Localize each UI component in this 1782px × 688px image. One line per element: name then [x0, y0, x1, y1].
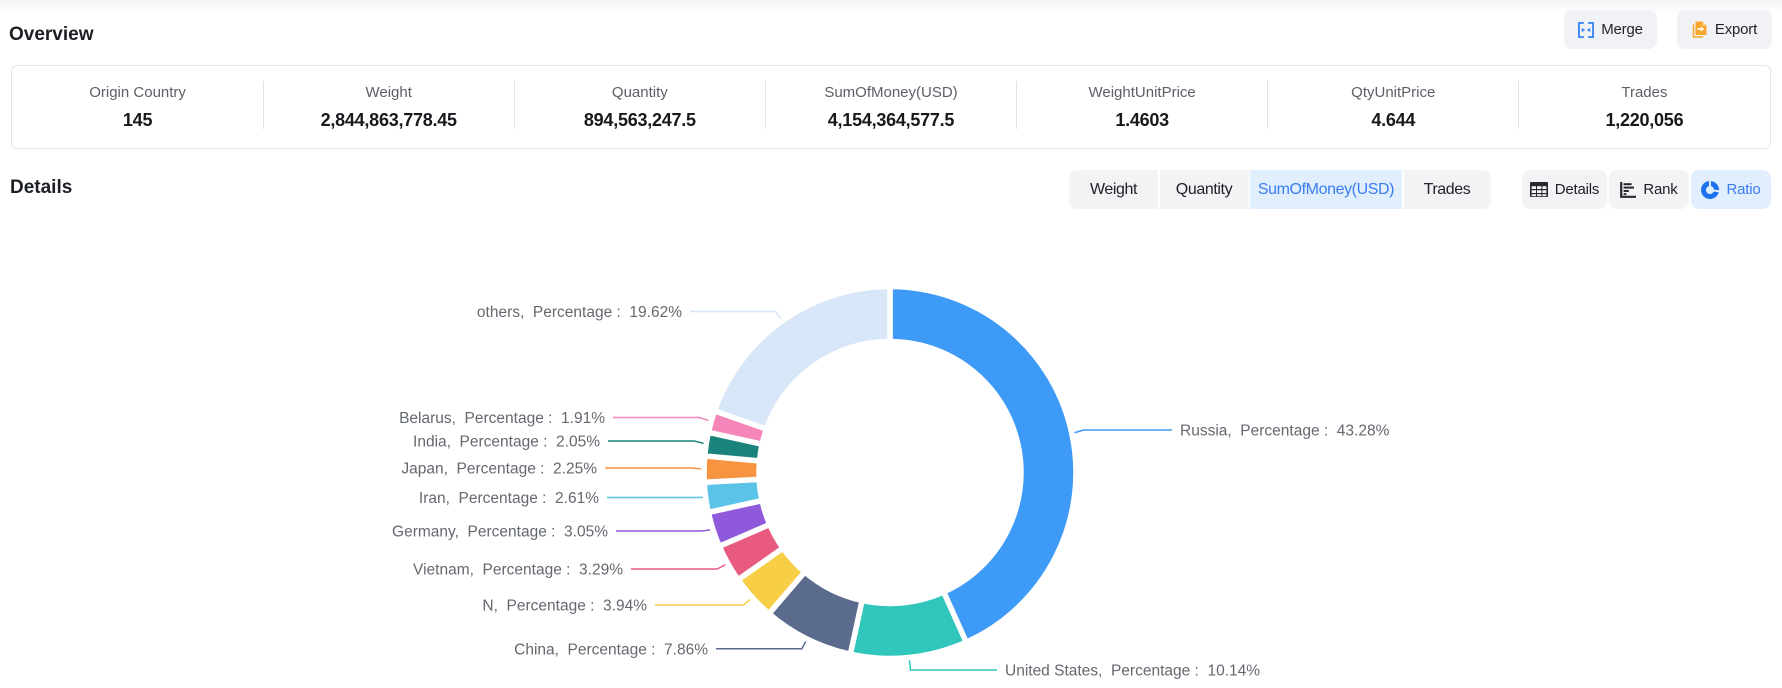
svg-text:N, Percentage : 3.94%: N, Percentage : 3.94%	[482, 598, 647, 615]
svg-text:Belarus, Percentage : 1.91%: Belarus, Percentage : 1.91%	[399, 410, 605, 427]
svg-text:Germany, Percentage : 3.05%: Germany, Percentage : 3.05%	[392, 524, 608, 541]
svg-text:China, Percentage : 7.86%: China, Percentage : 7.86%	[514, 641, 708, 658]
svg-text:Russia, Percentage : 43.28%: Russia, Percentage : 43.28%	[1180, 423, 1390, 440]
svg-text:Japan, Percentage : 2.25%: Japan, Percentage : 2.25%	[401, 461, 597, 478]
svg-text:India, Percentage : 2.05%: India, Percentage : 2.05%	[413, 434, 600, 451]
svg-text:Iran, Percentage : 2.61%: Iran, Percentage : 2.61%	[419, 490, 599, 507]
svg-text:Vietnam, Percentage : 3.29%: Vietnam, Percentage : 3.29%	[413, 562, 623, 579]
svg-text:United States, Percentage :: United States, Percentage : 10.14%	[1005, 663, 1260, 680]
svg-text:others, Percentage : 19.62%: others, Percentage : 19.62%	[477, 304, 682, 321]
